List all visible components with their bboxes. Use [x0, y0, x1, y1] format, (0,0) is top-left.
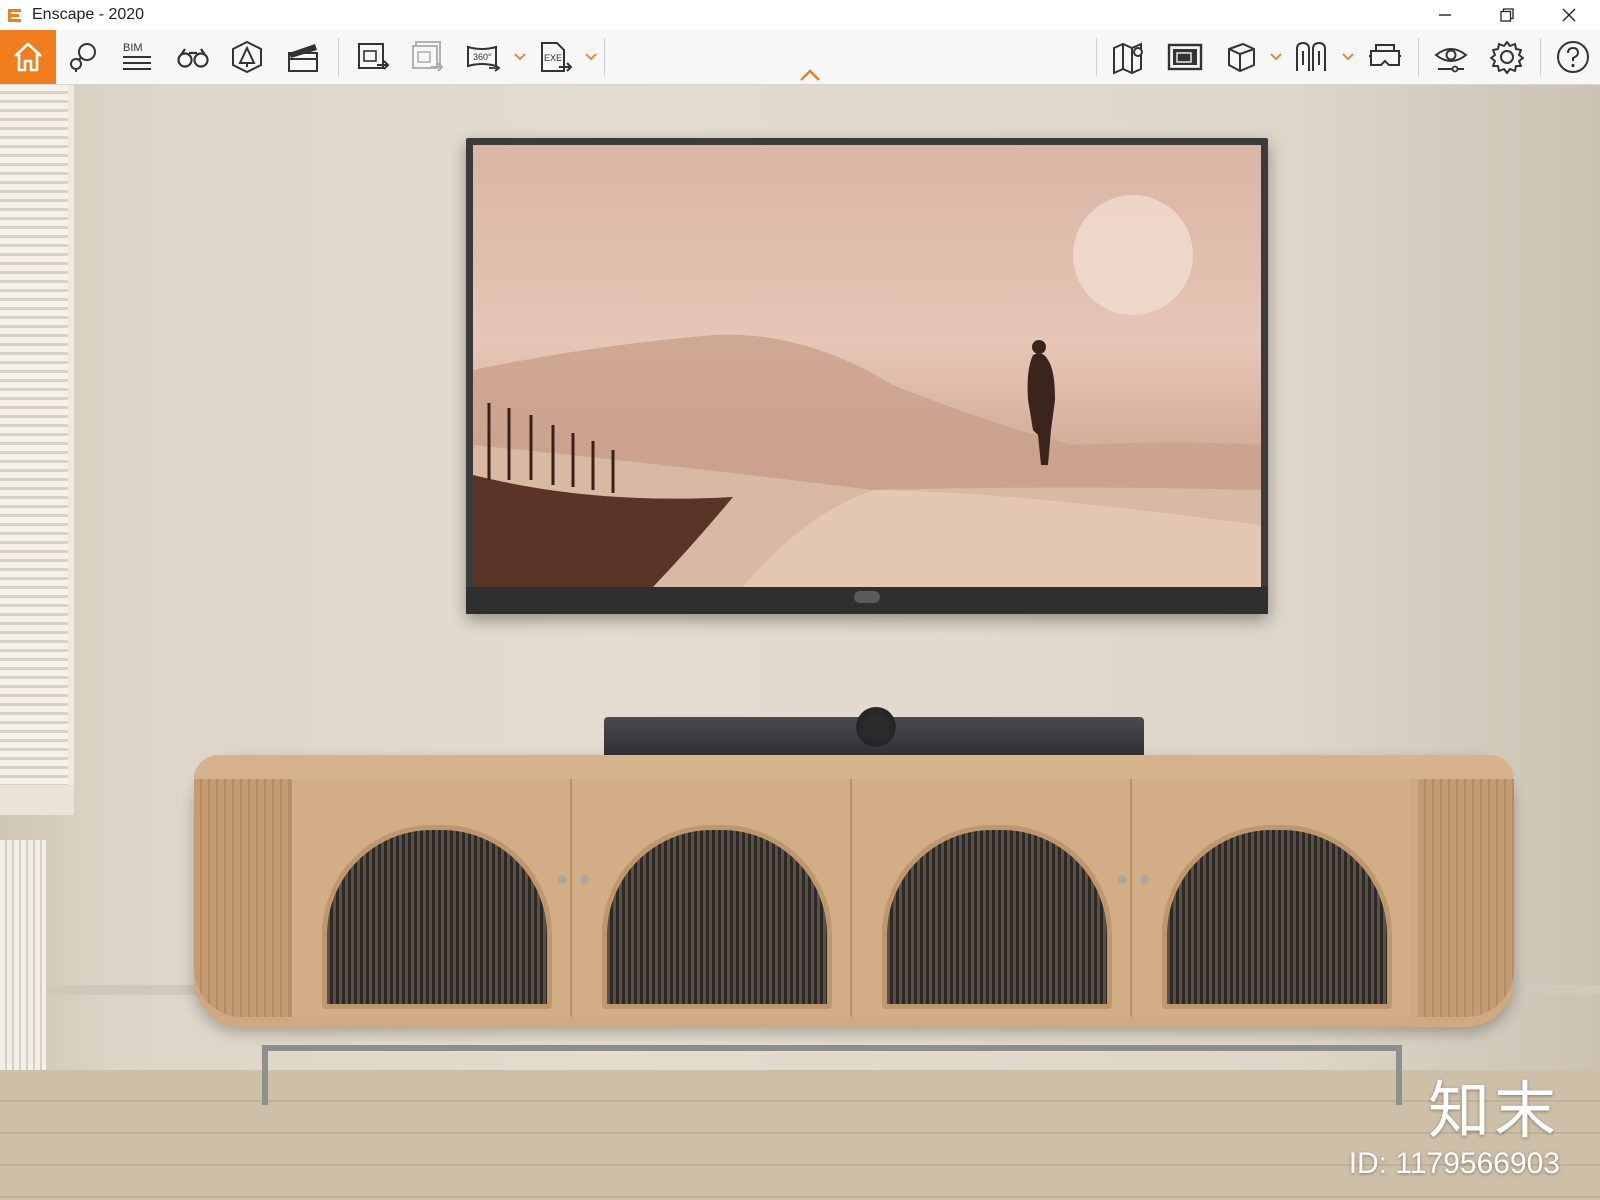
visual-settings-button[interactable] [1428, 34, 1474, 80]
clapperboard-icon [288, 44, 318, 72]
cabinet-arch-grille [602, 825, 832, 1009]
views-button[interactable] [60, 34, 106, 80]
chevron-up-icon [800, 69, 820, 81]
chevron-down-icon [585, 53, 597, 61]
map-button[interactable] [1106, 34, 1152, 80]
toolbar-separator [1418, 38, 1419, 76]
video-editor-button[interactable] [280, 34, 326, 80]
door-knob [580, 875, 589, 884]
enscape-toolbar: BIM 360° EXE [0, 30, 1600, 85]
tv-cabinet [194, 755, 1514, 1027]
watermark: 知末 ID: 1179566903 [1349, 1076, 1560, 1182]
panorama-button[interactable]: 360° [460, 34, 506, 80]
cabinet-legs [262, 1025, 1402, 1105]
cabinet-door [850, 779, 1130, 1017]
door-knob [558, 875, 567, 884]
walkthrough-button[interactable] [1288, 34, 1334, 80]
standalone-export-button[interactable]: EXE [532, 34, 578, 80]
eye-settings-icon [1434, 48, 1468, 73]
toolbar-separator [338, 38, 339, 76]
cabinet-arch-grille [1162, 825, 1392, 1009]
cabinet-top [194, 755, 1514, 779]
map-icon [1113, 42, 1143, 75]
chevron-down-icon [1342, 53, 1354, 61]
minimize-button[interactable] [1414, 0, 1476, 30]
home-button[interactable] [0, 30, 56, 84]
help-icon [1557, 41, 1589, 73]
vr-headset-icon [1369, 44, 1401, 66]
toolbar-separator [1540, 38, 1541, 76]
screenshot-manager-button[interactable] [1162, 34, 1208, 80]
minimize-icon [1439, 14, 1451, 16]
exe-export-icon: EXE [541, 42, 573, 72]
vr-headset-button[interactable] [1362, 34, 1408, 80]
batch-export-icon [412, 41, 444, 72]
watermark-id: ID: 1179566903 [1348, 1147, 1560, 1180]
binoculars-icon [177, 48, 209, 68]
tv-brand-logo [854, 591, 880, 603]
soundbar-camera [856, 707, 896, 747]
door-knob [1140, 875, 1149, 884]
collapse-toolbar-button[interactable] [798, 68, 822, 82]
help-button[interactable] [1550, 34, 1596, 80]
object-view-dropdown[interactable] [1270, 50, 1282, 64]
cabinet-arch-grille [322, 825, 552, 1009]
window-sill [0, 785, 74, 815]
tv-screen [473, 145, 1261, 587]
general-settings-button[interactable] [1484, 34, 1530, 80]
bim-button[interactable]: BIM [114, 34, 160, 80]
tv-landscape-image [473, 195, 1261, 587]
chevron-down-icon [1270, 53, 1282, 61]
bim-label: BIM [123, 42, 143, 54]
tv-bezel-bottom [466, 587, 1268, 614]
chevron-down-icon [514, 53, 526, 61]
toolbar-separator [604, 38, 605, 76]
cabinet-fluted-side-right [1418, 779, 1514, 1017]
close-icon [1562, 8, 1576, 22]
cabinet-arch-grille [882, 825, 1112, 1009]
render-viewport[interactable]: 知末 ID: 1179566903 [0, 85, 1600, 1200]
panorama-360-icon: 360° [467, 45, 501, 72]
asset-library-icon [232, 40, 262, 74]
title-bar: Enscape - 2020 [0, 0, 1600, 30]
restore-button[interactable] [1476, 0, 1538, 30]
cabinet-door [570, 779, 850, 1017]
gallery-icon [1167, 43, 1203, 71]
panorama-label: 360° [473, 52, 492, 62]
standalone-export-dropdown[interactable] [585, 50, 597, 64]
door-knob [1118, 875, 1127, 884]
exe-label: EXE [544, 53, 562, 63]
cabinet-door [290, 779, 570, 1017]
wall-mounted-tv [466, 138, 1268, 614]
render-image-button[interactable] [350, 34, 396, 80]
object-view-button[interactable] [1218, 34, 1264, 80]
bim-list-icon: BIM [123, 42, 151, 70]
watermark-logo: 知末 [1427, 1074, 1560, 1147]
home-icon [14, 42, 42, 72]
cube-icon [1228, 42, 1255, 73]
window-title: Enscape - 2020 [32, 6, 145, 23]
enscape-logo-icon [8, 9, 21, 22]
toolbar-separator [1096, 38, 1097, 76]
leg-rail [262, 1045, 1402, 1051]
batch-render-button [404, 34, 450, 80]
asset-library-button[interactable] [224, 34, 270, 80]
explore-button[interactable] [170, 34, 216, 80]
window-blinds [0, 85, 74, 785]
cabinet-leg [262, 1045, 268, 1105]
panorama-dropdown[interactable] [514, 50, 526, 64]
export-image-icon [358, 43, 390, 70]
window-controls [1414, 0, 1600, 30]
cabinet-fluted-side-left [194, 779, 290, 1017]
cabinet-door [1130, 779, 1410, 1017]
gear-icon [1490, 41, 1524, 74]
walk-icon [1296, 41, 1326, 71]
walkthrough-dropdown[interactable] [1342, 50, 1354, 64]
restore-icon [1500, 8, 1514, 22]
map-pin-icon [70, 43, 96, 72]
close-button[interactable] [1538, 0, 1600, 30]
